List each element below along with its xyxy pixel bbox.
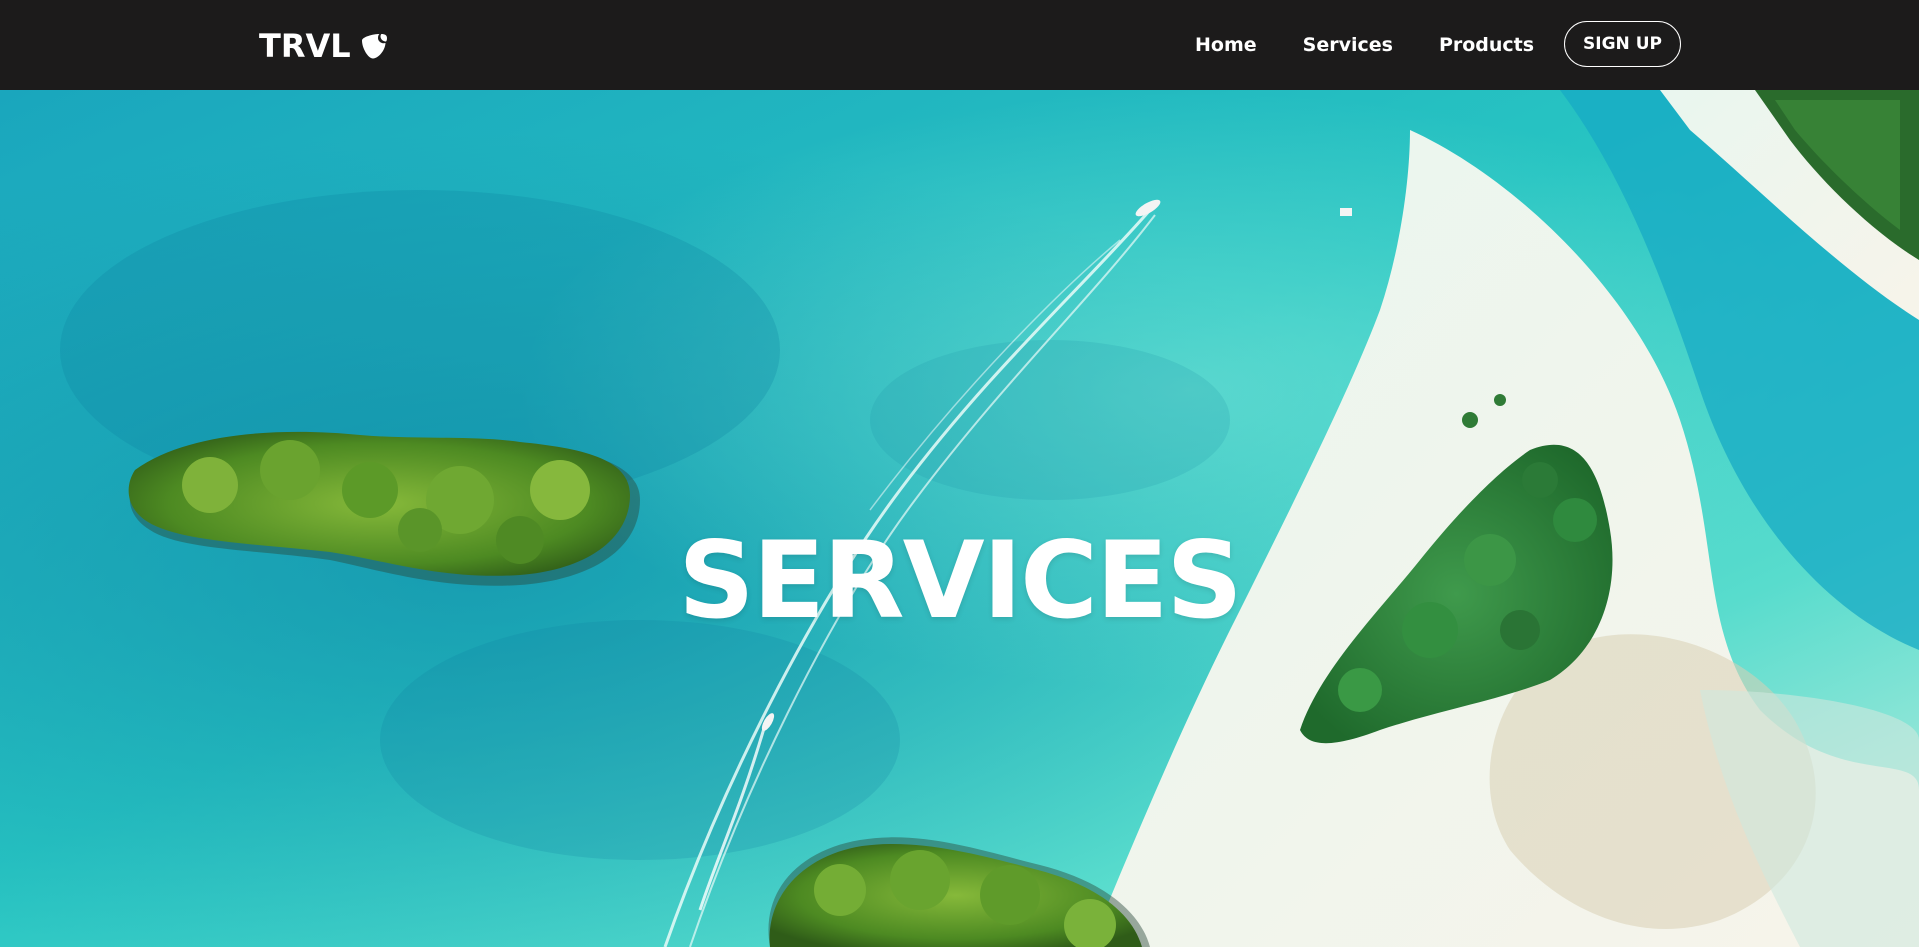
hero-banner: SERVICES	[0, 90, 1919, 947]
top-navbar: TRVL Home Services Products SIGN UP	[0, 0, 1919, 90]
page-title: SERVICES	[678, 519, 1242, 643]
typo3-logo-icon	[361, 34, 387, 59]
page-bottom-edge	[0, 947, 1919, 951]
brand-name: TRVL	[259, 27, 351, 65]
sign-up-button[interactable]: SIGN UP	[1564, 21, 1681, 67]
nav-services-link[interactable]: Services	[1303, 31, 1393, 59]
brand-logo[interactable]: TRVL	[259, 24, 389, 68]
nav-home-link[interactable]: Home	[1195, 31, 1257, 59]
nav-products-link[interactable]: Products	[1439, 31, 1534, 59]
main-nav: Home Services Products	[1195, 31, 1580, 59]
